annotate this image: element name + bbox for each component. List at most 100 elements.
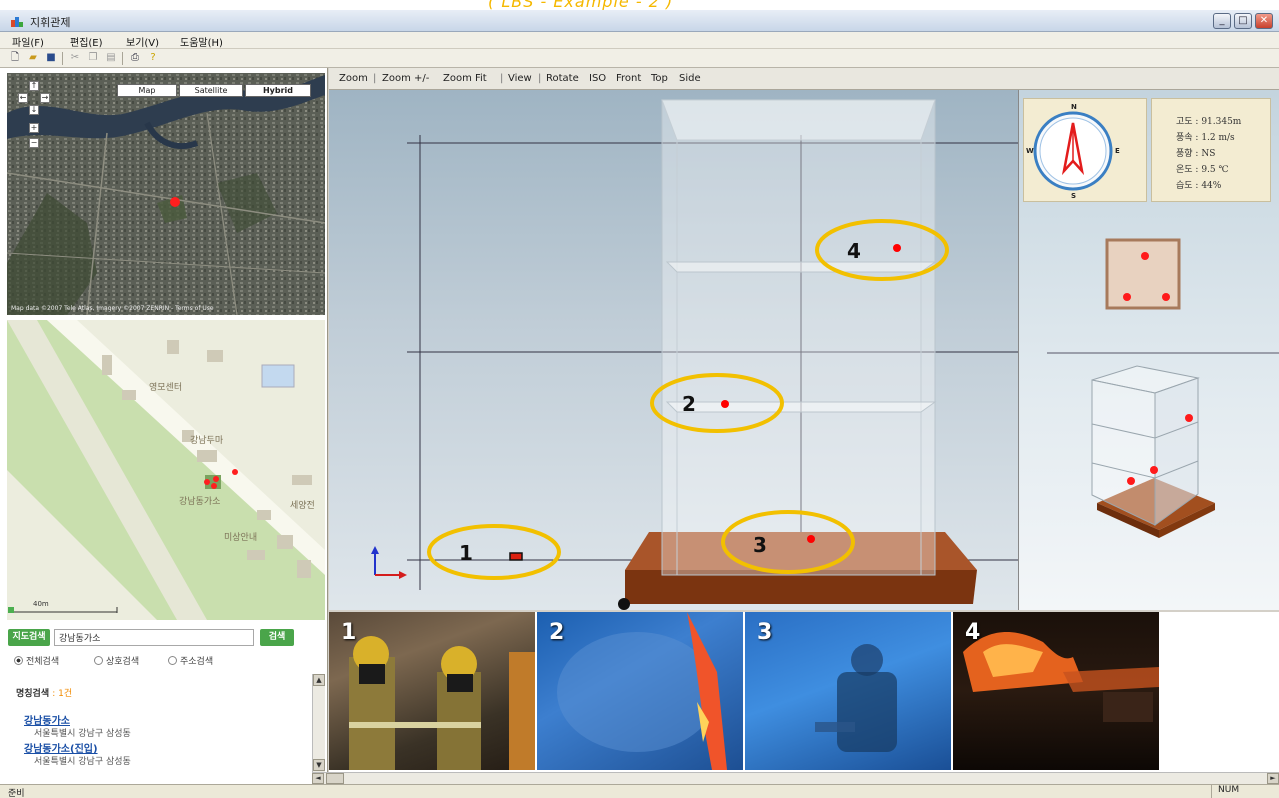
- marker-label: 4: [847, 239, 861, 263]
- map-type-satellite[interactable]: Satellite: [179, 84, 243, 97]
- search-row: 지도검색 검색: [8, 629, 324, 647]
- toolbar: 🗋 ▰ ■ ✂ ❐ ▤ ⎙ ?: [0, 49, 1279, 68]
- iso-button[interactable]: ISO: [589, 73, 606, 84]
- map-scale: 40m: [33, 600, 49, 608]
- zoom-out-button[interactable]: −: [29, 138, 39, 148]
- satellite-map[interactable]: Map Satellite Hybrid ↑ ← → ↓ + − Map dat…: [7, 73, 325, 315]
- window-title: 지휘관제: [30, 16, 71, 29]
- photo-4[interactable]: 4: [953, 612, 1159, 770]
- result-link[interactable]: 강남동가소(진입): [24, 740, 98, 755]
- floor-plate: [665, 261, 937, 273]
- result-link[interactable]: 강남동가소: [24, 712, 70, 727]
- marker-label: 2: [682, 392, 696, 416]
- save-icon[interactable]: ■: [44, 51, 58, 65]
- marker-1[interactable]: 1: [427, 524, 561, 580]
- map-type-map[interactable]: Map: [117, 84, 177, 97]
- location-marker[interactable]: [232, 469, 238, 475]
- view-origin-icon: [618, 598, 630, 610]
- radio-all[interactable]: 전체검색: [14, 654, 59, 667]
- scroll-left-icon[interactable]: ◄: [312, 773, 324, 784]
- minimize-button[interactable]: _: [1213, 13, 1231, 29]
- mini-views: [1047, 238, 1279, 538]
- photo-1[interactable]: 1: [329, 612, 535, 770]
- scroll-up-icon[interactable]: ▲: [313, 674, 325, 686]
- radio-name[interactable]: 상호검색: [94, 654, 139, 667]
- weather-panel: 고도 : 91.345m 풍속 : 1.2 m/s 풍향 : NS 온도 : 9…: [1151, 98, 1271, 202]
- cut-icon[interactable]: ✂: [68, 51, 82, 65]
- result-address: 서울특별시 강남구 삼성동: [34, 729, 131, 739]
- front-view-button[interactable]: Front: [616, 73, 641, 84]
- example-banner: ( LBS - Example - 2 ): [0, 0, 1279, 10]
- result-address: 서울특별시 강남구 삼성동: [34, 757, 131, 767]
- results-scrollbar[interactable]: ▲ ▼: [312, 674, 325, 772]
- location-marker[interactable]: [211, 483, 217, 489]
- maximize-button[interactable]: □: [1234, 13, 1252, 29]
- results-count: : 1건: [52, 689, 73, 699]
- location-marker[interactable]: [204, 479, 210, 485]
- print-icon[interactable]: ⎙: [128, 51, 142, 65]
- firefighters-image: [349, 636, 535, 770]
- view-button[interactable]: View: [508, 73, 532, 84]
- top-view-button[interactable]: Top: [651, 73, 668, 84]
- menu-view[interactable]: 보기(V): [126, 34, 159, 49]
- search-options: 전체검색 상호검색 주소검색: [14, 654, 314, 668]
- photo-label: 4: [965, 620, 981, 645]
- map-search-button[interactable]: 지도검색: [8, 629, 50, 646]
- search-go-button[interactable]: 검색: [260, 629, 294, 646]
- left-pane: Map Satellite Hybrid ↑ ← → ↓ + − Map dat…: [0, 68, 328, 784]
- toolbar-divider: |: [500, 73, 504, 84]
- scroll-thumb[interactable]: [326, 773, 344, 784]
- menu-edit[interactable]: 편집(E): [70, 34, 103, 49]
- paste-icon[interactable]: ▤: [104, 51, 118, 65]
- rotate-button[interactable]: Rotate: [546, 73, 579, 84]
- zoom-plus-minus-button[interactable]: Zoom +/-: [382, 73, 429, 84]
- radio-address[interactable]: 주소검색: [168, 654, 213, 667]
- compass-west: W: [1026, 147, 1034, 155]
- map-type-hybrid[interactable]: Hybrid: [245, 84, 311, 97]
- radio-dot: [94, 656, 103, 665]
- pan-left-button[interactable]: ←: [18, 93, 28, 103]
- toolbar-separator: [62, 52, 63, 65]
- num-lock-indicator: NUM: [1211, 785, 1261, 798]
- street-map[interactable]: 영모센터 강남두마 강남동가소 미상안내 세양전 40m: [7, 320, 325, 620]
- search-results: 명칭검색 : 1건 강남동가소 서울특별시 강남구 삼성동 강남동가소(진입) …: [8, 676, 316, 772]
- marker-label: 3: [753, 533, 767, 557]
- search-input[interactable]: [54, 629, 254, 646]
- wind-direction-readout: 풍향 : NS: [1176, 149, 1216, 159]
- building-3d-view[interactable]: 1 2 3 4: [329, 90, 1019, 610]
- pan-down-button[interactable]: ↓: [29, 105, 39, 115]
- zoom-in-button[interactable]: +: [29, 123, 39, 133]
- photo-2[interactable]: 2: [537, 612, 743, 770]
- close-button[interactable]: ✕: [1255, 13, 1273, 29]
- menu-file[interactable]: 파일(F): [12, 34, 44, 49]
- help-icon[interactable]: ?: [146, 51, 160, 65]
- marker-dot: [1162, 293, 1170, 301]
- scroll-down-icon[interactable]: ▼: [313, 759, 325, 771]
- pan-up-button[interactable]: ↑: [29, 81, 39, 91]
- info-panel: N S E W 고도 : 91.345m 풍속 : 1.2 m/s 풍향 : N…: [1019, 90, 1279, 610]
- marker-dot: [1185, 414, 1193, 422]
- altitude-readout: 고도 : 91.345m: [1176, 117, 1242, 127]
- radio-label: 주소검색: [180, 657, 214, 667]
- side-view-button[interactable]: Side: [679, 73, 701, 84]
- new-file-icon[interactable]: 🗋: [8, 51, 22, 65]
- incident-photos: 1 2 3 4: [329, 612, 1279, 772]
- building-3d-scene: 1 2 3 4: [371, 99, 1018, 610]
- copy-icon[interactable]: ❐: [86, 51, 100, 65]
- radio-label: 전체검색: [26, 657, 60, 667]
- photo-3[interactable]: 3: [745, 612, 951, 770]
- pan-right-button[interactable]: →: [40, 93, 50, 103]
- map-label: 미상안내: [224, 533, 258, 543]
- scroll-right-icon[interactable]: ►: [1267, 773, 1279, 784]
- title-bar: 지휘관제 _ □ ✕: [0, 10, 1279, 32]
- menu-help[interactable]: 도움말(H): [180, 34, 223, 49]
- zoom-button[interactable]: Zoom: [339, 73, 368, 84]
- photo-scrollbar[interactable]: ◄ ►: [312, 772, 1279, 784]
- banner-text: ( LBS - Example - 2 ): [488, 0, 674, 10]
- radio-label: 상호검색: [106, 657, 140, 667]
- marker-dot: [893, 244, 901, 252]
- location-marker[interactable]: [170, 197, 180, 207]
- zoom-fit-button[interactable]: Zoom Fit: [443, 73, 487, 84]
- location-marker[interactable]: [213, 476, 219, 482]
- open-folder-icon[interactable]: ▰: [26, 51, 40, 65]
